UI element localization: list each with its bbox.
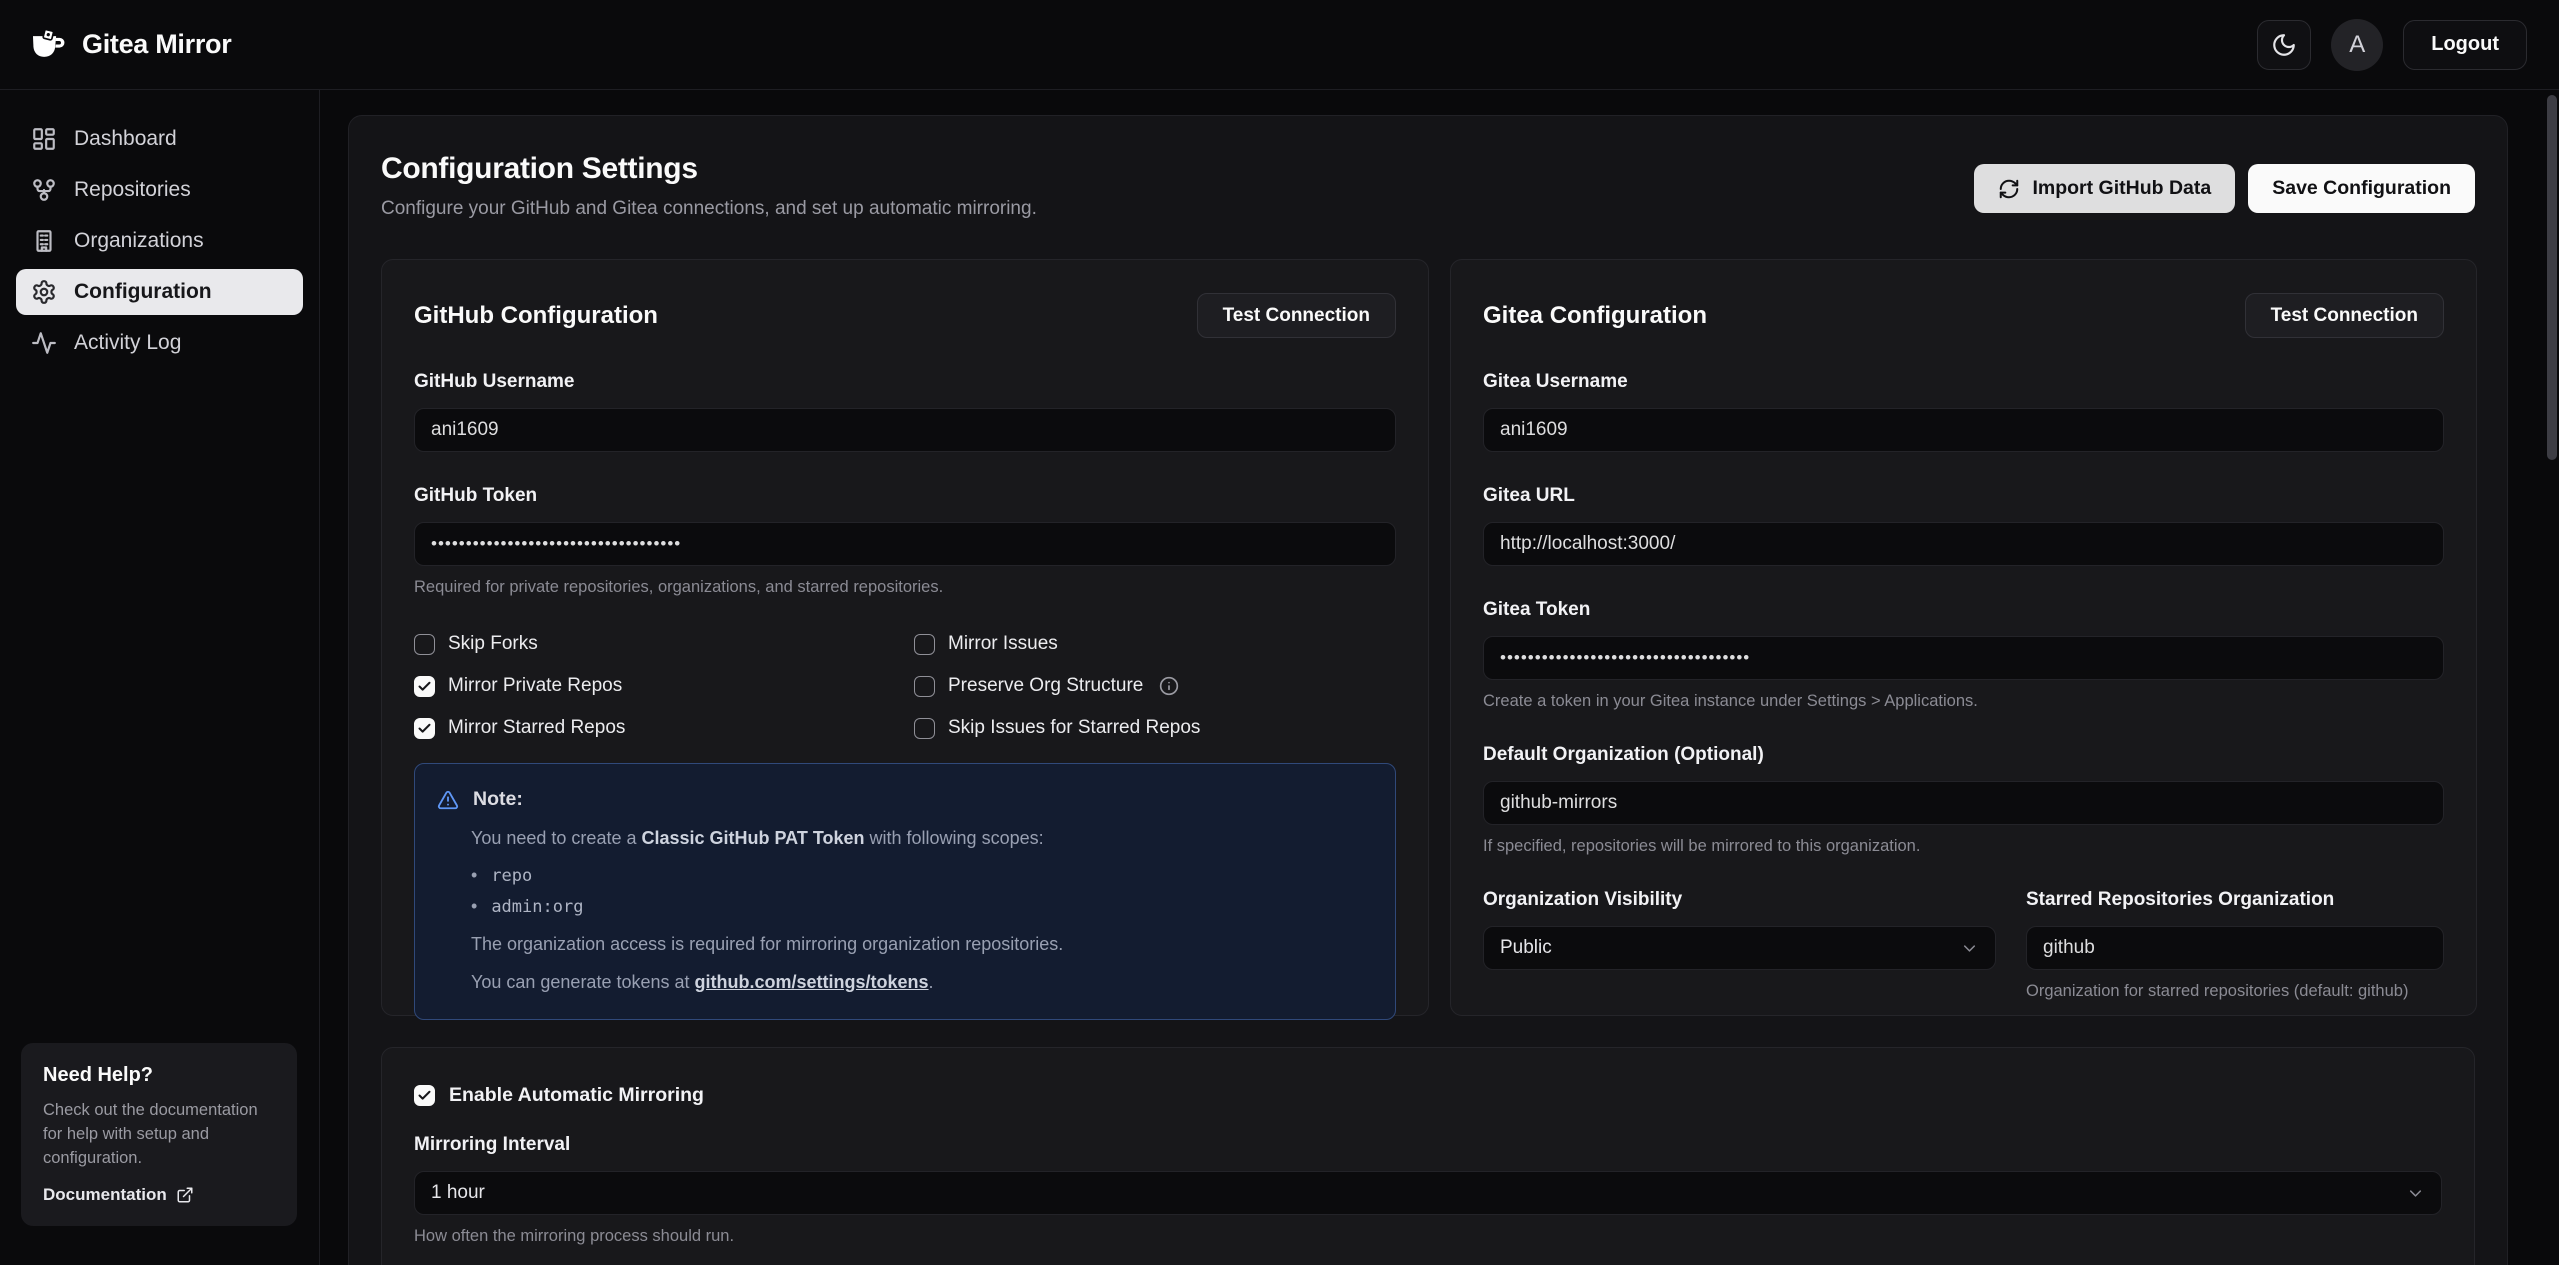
gitea-token-help: Create a token in your Gitea instance un… xyxy=(1483,692,2444,711)
external-link-icon xyxy=(176,1186,194,1204)
gear-icon xyxy=(31,279,57,305)
documentation-link[interactable]: Documentation xyxy=(43,1185,275,1205)
app-title: Gitea Mirror xyxy=(82,29,231,60)
moon-icon xyxy=(2271,32,2297,58)
github-username-label: GitHub Username xyxy=(414,371,1396,393)
github-pat-note: Note: You need to create a Classic GitHu… xyxy=(414,763,1396,1020)
sidebar-item-organizations[interactable]: Organizations xyxy=(16,218,303,264)
sidebar-item-configuration[interactable]: Configuration xyxy=(16,269,303,315)
checkbox-box xyxy=(914,634,935,655)
mirroring-interval-help: How often the mirroring process should r… xyxy=(414,1227,2442,1246)
checkbox-box xyxy=(914,676,935,697)
gitea-card-title: Gitea Configuration xyxy=(1483,302,1707,330)
chevron-down-icon xyxy=(2406,1184,2425,1203)
github-card-title: GitHub Configuration xyxy=(414,302,658,330)
mirroring-interval-select[interactable]: 1 hour xyxy=(414,1171,2442,1215)
gitea-username-label: Gitea Username xyxy=(1483,371,2444,393)
import-github-data-button[interactable]: Import GitHub Data xyxy=(1974,164,2235,213)
checkbox-enable-automatic-mirroring[interactable]: Enable Automatic Mirroring xyxy=(414,1084,2442,1107)
git-fork-icon xyxy=(31,177,57,203)
gitea-url-input[interactable] xyxy=(1483,522,2444,566)
default-organization-help: If specified, repositories will be mirro… xyxy=(1483,837,2444,856)
check-icon xyxy=(417,1088,432,1103)
mirroring-interval-label: Mirroring Interval xyxy=(414,1134,2442,1156)
gitea-token-input[interactable] xyxy=(1483,636,2444,680)
github-token-help: Required for private repositories, organ… xyxy=(414,578,1396,597)
settings-container: Configuration Settings Configure your Gi… xyxy=(348,115,2508,1265)
starred-repos-org-input[interactable] xyxy=(2026,926,2444,970)
dashboard-icon xyxy=(31,126,57,152)
checkbox-mirror-private-repos[interactable]: Mirror Private Repos xyxy=(414,675,914,697)
gitea-url-label: Gitea URL xyxy=(1483,485,2444,507)
avatar[interactable]: A xyxy=(2331,19,2383,71)
alert-triangle-icon xyxy=(437,789,459,811)
sidebar-item-label: Dashboard xyxy=(74,127,177,151)
info-icon[interactable] xyxy=(1159,676,1179,696)
avatar-letter: A xyxy=(2349,31,2365,59)
checkbox-box xyxy=(914,718,935,739)
settings-tokens-link[interactable]: github.com/settings/tokens xyxy=(695,972,929,992)
checkbox-box xyxy=(414,676,435,697)
save-configuration-button[interactable]: Save Configuration xyxy=(2248,164,2475,213)
default-organization-label: Default Organization (Optional) xyxy=(1483,744,2444,766)
checkbox-box xyxy=(414,718,435,739)
checkbox-skip-forks[interactable]: Skip Forks xyxy=(414,633,914,655)
github-token-label: GitHub Token xyxy=(414,485,1396,507)
github-test-connection-button[interactable]: Test Connection xyxy=(1197,293,1396,338)
default-organization-input[interactable] xyxy=(1483,781,2444,825)
checkbox-skip-issues-starred[interactable]: Skip Issues for Starred Repos xyxy=(914,717,1396,739)
main-area: Configuration Settings Configure your Gi… xyxy=(320,90,2559,1265)
gitea-logo-icon xyxy=(30,28,68,62)
sidebar-item-label: Configuration xyxy=(74,280,212,304)
scrollbar-thumb[interactable] xyxy=(2547,95,2557,460)
gitea-configuration-card: Gitea Configuration Test Connection Gite… xyxy=(1450,259,2477,1016)
automatic-mirroring-card: Enable Automatic Mirroring Mirroring Int… xyxy=(381,1047,2475,1265)
note-intro: You need to create a Classic GitHub PAT … xyxy=(471,828,1373,849)
organization-visibility-label: Organization Visibility xyxy=(1483,889,1996,911)
gitea-token-label: Gitea Token xyxy=(1483,599,2444,621)
gitea-username-input[interactable] xyxy=(1483,408,2444,452)
sidebar-item-dashboard[interactable]: Dashboard xyxy=(16,116,303,162)
sidebar-item-activity-log[interactable]: Activity Log xyxy=(16,320,303,366)
note-scope-item: admin:org xyxy=(471,896,1373,917)
need-help-card: Need Help? Check out the documentation f… xyxy=(21,1043,297,1226)
checkbox-mirror-issues[interactable]: Mirror Issues xyxy=(914,633,1396,655)
chevron-down-icon xyxy=(1960,939,1979,958)
checkbox-box xyxy=(414,634,435,655)
theme-toggle-button[interactable] xyxy=(2257,20,2311,70)
sidebar-item-label: Repositories xyxy=(74,178,191,202)
refresh-icon xyxy=(1998,178,2020,200)
sidebar-item-repositories[interactable]: Repositories xyxy=(16,167,303,213)
starred-repos-org-help: Organization for starred repositories (d… xyxy=(2026,982,2444,1001)
logout-button[interactable]: Logout xyxy=(2403,20,2527,70)
checkbox-preserve-org-structure[interactable]: Preserve Org Structure xyxy=(914,675,1396,697)
note-scope-item: repo xyxy=(471,865,1373,886)
page-title: Configuration Settings xyxy=(381,152,1037,186)
top-bar: Gitea Mirror A Logout xyxy=(0,0,2559,90)
note-tokens-line: You can generate tokens at github.com/se… xyxy=(471,972,1373,993)
building-icon xyxy=(31,228,57,254)
github-configuration-card: GitHub Configuration Test Connection Git… xyxy=(381,259,1429,1016)
note-body-text: The organization access is required for … xyxy=(471,934,1373,955)
sidebar-item-label: Activity Log xyxy=(74,331,181,355)
help-title: Need Help? xyxy=(43,1064,275,1087)
sidebar: Dashboard Repositories Organizations Con… xyxy=(0,90,320,1265)
brand[interactable]: Gitea Mirror xyxy=(30,28,231,62)
check-icon xyxy=(417,721,432,736)
note-heading: Note: xyxy=(473,788,523,811)
github-token-input[interactable] xyxy=(414,522,1396,566)
activity-icon xyxy=(31,330,57,356)
help-body: Check out the documentation for help wit… xyxy=(43,1099,275,1171)
starred-repos-org-label: Starred Repositories Organization xyxy=(2026,889,2444,911)
check-icon xyxy=(417,679,432,694)
organization-visibility-select[interactable]: Public xyxy=(1483,926,1996,970)
checkbox-box xyxy=(414,1085,435,1106)
gitea-test-connection-button[interactable]: Test Connection xyxy=(2245,293,2444,338)
github-username-input[interactable] xyxy=(414,408,1396,452)
checkbox-mirror-starred-repos[interactable]: Mirror Starred Repos xyxy=(414,717,914,739)
sidebar-item-label: Organizations xyxy=(74,229,204,253)
page-subtitle: Configure your GitHub and Gitea connecti… xyxy=(381,198,1037,220)
